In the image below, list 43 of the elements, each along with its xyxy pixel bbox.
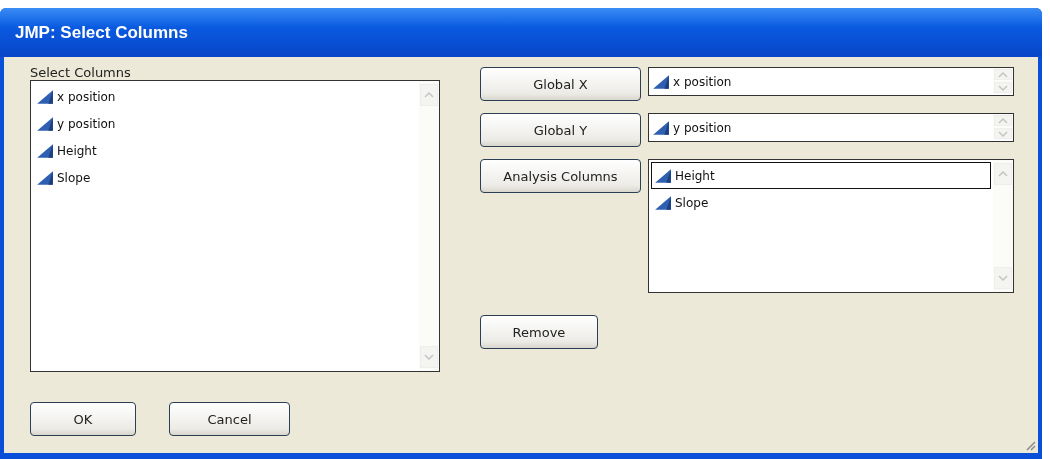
scrollbar[interactable] xyxy=(993,114,1013,140)
scroll-down-button[interactable] xyxy=(994,267,1012,289)
chevron-down-icon xyxy=(998,130,1008,137)
window-title: JMP: Select Columns xyxy=(15,22,188,43)
scroll-down-button[interactable] xyxy=(994,82,1012,93)
list-item[interactable]: Height xyxy=(651,162,991,189)
list-label: Select Columns xyxy=(30,66,132,80)
ok-button[interactable]: OK xyxy=(30,402,136,436)
chevron-up-icon xyxy=(998,171,1008,177)
role-button[interactable]: Global X xyxy=(480,67,641,101)
chevron-up-icon xyxy=(998,71,1008,78)
continuous-column-icon xyxy=(652,119,670,136)
list-item[interactable]: Slope xyxy=(33,164,417,191)
scroll-up-button[interactable] xyxy=(994,69,1012,80)
scroll-down-button[interactable] xyxy=(420,346,438,368)
continuous-column-icon xyxy=(654,194,672,211)
cancel-button[interactable]: Cancel xyxy=(169,402,290,436)
continuous-column-icon xyxy=(654,167,672,184)
continuous-column-icon xyxy=(36,88,54,105)
scroll-down-button[interactable] xyxy=(994,128,1012,139)
scroll-up-button[interactable] xyxy=(994,115,1012,126)
list-item[interactable]: Slope xyxy=(651,189,991,216)
scrollbar[interactable] xyxy=(993,68,1013,94)
continuous-column-icon xyxy=(36,169,54,186)
scrollbar[interactable] xyxy=(993,160,1013,292)
chevron-up-icon xyxy=(424,92,434,98)
role-button[interactable]: Global Y xyxy=(480,113,641,147)
continuous-column-icon xyxy=(36,115,54,132)
scroll-up-button[interactable] xyxy=(420,84,438,106)
chevron-down-icon xyxy=(998,275,1008,281)
chevron-down-icon xyxy=(424,354,434,360)
list-item[interactable]: Height xyxy=(33,137,417,164)
chevron-down-icon xyxy=(998,84,1008,91)
resize-grip-icon[interactable] xyxy=(1024,439,1036,451)
scrollbar[interactable] xyxy=(419,81,439,371)
remove-button[interactable]: Remove xyxy=(480,315,598,349)
role-button[interactable]: Analysis Columns xyxy=(480,159,641,193)
list-item[interactable]: y position xyxy=(33,110,417,137)
scroll-up-button[interactable] xyxy=(994,163,1012,185)
list-item[interactable]: x position xyxy=(33,83,417,110)
continuous-column-icon xyxy=(652,73,670,90)
chevron-up-icon xyxy=(998,117,1008,124)
continuous-column-icon xyxy=(36,142,54,159)
